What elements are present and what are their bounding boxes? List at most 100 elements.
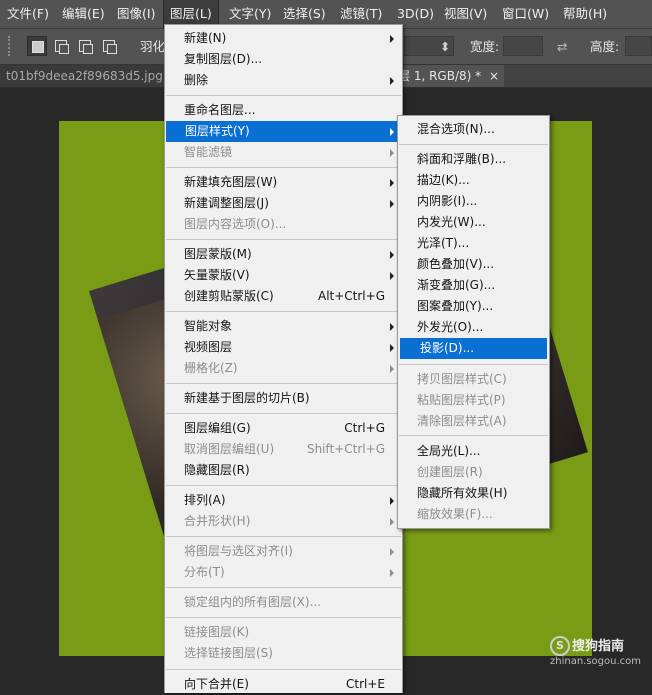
layer-menu-item-shortcut: Shift+Ctrl+G bbox=[306, 442, 385, 456]
layer-style-item-label: 渐变叠加(G)... bbox=[417, 278, 496, 292]
layer-menu-item-label: 链接图层(K) bbox=[184, 625, 250, 639]
layer-style-item[interactable]: 光泽(T)... bbox=[398, 233, 549, 254]
layer-menu-item[interactable]: 图层样式(Y) bbox=[166, 121, 399, 142]
layer-style-item-label: 光泽(T)... bbox=[417, 236, 470, 250]
layer-menu-item[interactable]: 视频图层 bbox=[165, 337, 402, 358]
add-selection-icon-overlay bbox=[59, 44, 69, 54]
layer-style-item-label: 全局光(L)... bbox=[417, 444, 481, 458]
layer-menu-item[interactable]: 重命名图层... bbox=[165, 100, 402, 121]
layer-menu-item[interactable]: 新建填充图层(W) bbox=[165, 172, 402, 193]
submenu-arrow-icon bbox=[390, 77, 394, 85]
layer-menu-item-shortcut: Ctrl+G bbox=[344, 421, 385, 435]
layer-menu-item-label: 图层蒙版(M) bbox=[184, 247, 252, 261]
menu-separator bbox=[166, 617, 401, 618]
layer-menu-item-label: 图层样式(Y) bbox=[185, 124, 250, 138]
tab-document-2[interactable]: 层 1, RGB/8) * × bbox=[390, 65, 504, 87]
layer-menu-item-label: 将图层与选区对齐(I) bbox=[184, 544, 293, 558]
layer-menu-item-label: 隐藏图层(R) bbox=[184, 463, 250, 477]
submenu-arrow-icon bbox=[390, 179, 394, 187]
layer-menu-item: 分布(T) bbox=[165, 562, 402, 583]
style-select-arrow-icon: ⬍ bbox=[440, 39, 451, 54]
subtract-selection-button[interactable] bbox=[75, 36, 95, 56]
layer-menu-item[interactable]: 图层编组(G) Ctrl+G bbox=[165, 418, 402, 439]
layer-menu-item[interactable]: 图层蒙版(M) bbox=[165, 244, 402, 265]
layer-style-item-label: 缩放效果(F)... bbox=[417, 507, 493, 521]
submenu-arrow-icon bbox=[390, 344, 394, 352]
layer-style-item[interactable]: 颜色叠加(V)... bbox=[398, 254, 549, 275]
layer-style-submenu: 混合选项(N)... 斜面和浮雕(B)... 描边(K)... 内阴影(I)... 内发… bbox=[397, 115, 550, 529]
layer-style-item[interactable]: 渐变叠加(G)... bbox=[398, 275, 549, 296]
layer-style-item-label: 投影(D)... bbox=[420, 341, 475, 355]
layer-style-item-label: 图案叠加(Y)... bbox=[417, 299, 494, 313]
submenu-arrow-icon bbox=[390, 569, 394, 577]
sogou-logo-icon: S bbox=[550, 636, 570, 656]
height-label: 高度: bbox=[590, 39, 620, 54]
tab-close-icon[interactable]: × bbox=[489, 69, 499, 83]
layer-menu-item[interactable]: 创建剪贴蒙版(C) Alt+Ctrl+G bbox=[165, 286, 402, 307]
submenu-arrow-icon bbox=[390, 35, 394, 43]
menu-view[interactable]: 视图(V) bbox=[442, 0, 489, 28]
menu-separator bbox=[166, 167, 401, 168]
layer-style-item[interactable]: 内发光(W)... bbox=[398, 212, 549, 233]
layer-menu-item[interactable]: 新建调整图层(J) bbox=[165, 193, 402, 214]
layer-style-item[interactable]: 全局光(L)... bbox=[398, 441, 549, 462]
new-selection-icon bbox=[32, 41, 44, 53]
height-field[interactable] bbox=[625, 36, 652, 56]
layer-style-item-label: 颜色叠加(V)... bbox=[417, 257, 495, 271]
submenu-arrow-icon bbox=[390, 518, 394, 526]
layer-style-item[interactable]: 描边(K)... bbox=[398, 170, 549, 191]
layer-style-item[interactable]: 外发光(O)... bbox=[398, 317, 549, 338]
width-label: 宽度: bbox=[470, 39, 500, 54]
layer-menu-item[interactable]: 复制图层(D)... bbox=[165, 49, 402, 70]
layer-menu-item-label: 视频图层 bbox=[184, 340, 233, 354]
menu-help[interactable]: 帮助(H) bbox=[561, 0, 609, 28]
menu-separator bbox=[399, 435, 548, 436]
swap-icon[interactable]: ⇄ bbox=[557, 29, 567, 64]
layer-menu-item-label: 矢量蒙版(V) bbox=[184, 268, 250, 282]
menu-separator bbox=[166, 536, 401, 537]
menu-file[interactable]: 文件(F) bbox=[5, 0, 51, 28]
layer-style-item[interactable]: 斜面和浮雕(B)... bbox=[398, 149, 549, 170]
tab-document-2-title: 层 1, RGB/8) * bbox=[398, 69, 482, 83]
menu-window[interactable]: 窗口(W) bbox=[500, 0, 551, 28]
submenu-arrow-icon bbox=[390, 272, 394, 280]
subtract-selection-icon-overlay bbox=[83, 44, 93, 54]
layer-menu-item-label: 锁定组内的所有图层(X)... bbox=[184, 595, 322, 609]
layer-menu-item-label: 新建填充图层(W) bbox=[184, 175, 278, 189]
width-field[interactable] bbox=[503, 36, 543, 56]
layer-menu-item-label: 复制图层(D)... bbox=[184, 52, 263, 66]
layer-style-item[interactable]: 内阴影(I)... bbox=[398, 191, 549, 212]
add-selection-button[interactable] bbox=[51, 36, 71, 56]
layer-menu-item[interactable]: 新建基于图层的切片(B) bbox=[165, 388, 402, 409]
layer-menu-item-label: 删除 bbox=[184, 73, 209, 87]
menu-image[interactable]: 图像(I) bbox=[115, 0, 157, 28]
menu-separator bbox=[399, 144, 548, 145]
layer-style-item-label: 清除图层样式(A) bbox=[417, 414, 507, 428]
layer-style-item[interactable]: 隐藏所有效果(H) bbox=[398, 483, 549, 504]
layer-menu-item: 锁定组内的所有图层(X)... bbox=[165, 592, 402, 613]
layer-menu-item-label: 栅格化(Z) bbox=[184, 361, 238, 375]
layer-style-item: 拷贝图层样式(C) bbox=[398, 369, 549, 390]
layer-menu-item-label: 选择链接图层(S) bbox=[184, 646, 273, 660]
layer-menu-item[interactable]: 删除 bbox=[165, 70, 402, 91]
grip-handle[interactable] bbox=[8, 36, 13, 56]
layer-style-item[interactable]: 投影(D)... bbox=[400, 338, 547, 359]
layer-menu-item[interactable]: 矢量蒙版(V) bbox=[165, 265, 402, 286]
submenu-arrow-icon bbox=[390, 200, 394, 208]
tab-document-1[interactable]: t01bf9deea2f89683d5.jpg @ bbox=[0, 65, 179, 87]
layer-menu-item-label: 智能对象 bbox=[184, 319, 233, 333]
layer-menu-item[interactable]: 隐藏图层(R) bbox=[165, 460, 402, 481]
layer-style-item-label: 粘贴图层样式(P) bbox=[417, 393, 506, 407]
layer-style-item[interactable]: 混合选项(N)... bbox=[398, 119, 549, 140]
menu-edit[interactable]: 编辑(E) bbox=[60, 0, 107, 28]
layer-menu-item-label: 创建剪贴蒙版(C) bbox=[184, 289, 274, 303]
menu-separator bbox=[166, 383, 401, 384]
menu-separator bbox=[166, 311, 401, 312]
layer-menu-item[interactable]: 新建(N) bbox=[165, 28, 402, 49]
layer-style-item[interactable]: 图案叠加(Y)... bbox=[398, 296, 549, 317]
sogou-watermark: S 搜狗指南 zhinan.sogou.com bbox=[550, 636, 650, 686]
intersect-selection-button[interactable] bbox=[99, 36, 119, 56]
layer-menu-item[interactable]: 排列(A) bbox=[165, 490, 402, 511]
layer-menu-item[interactable]: 智能对象 bbox=[165, 316, 402, 337]
new-selection-button[interactable] bbox=[27, 36, 47, 56]
